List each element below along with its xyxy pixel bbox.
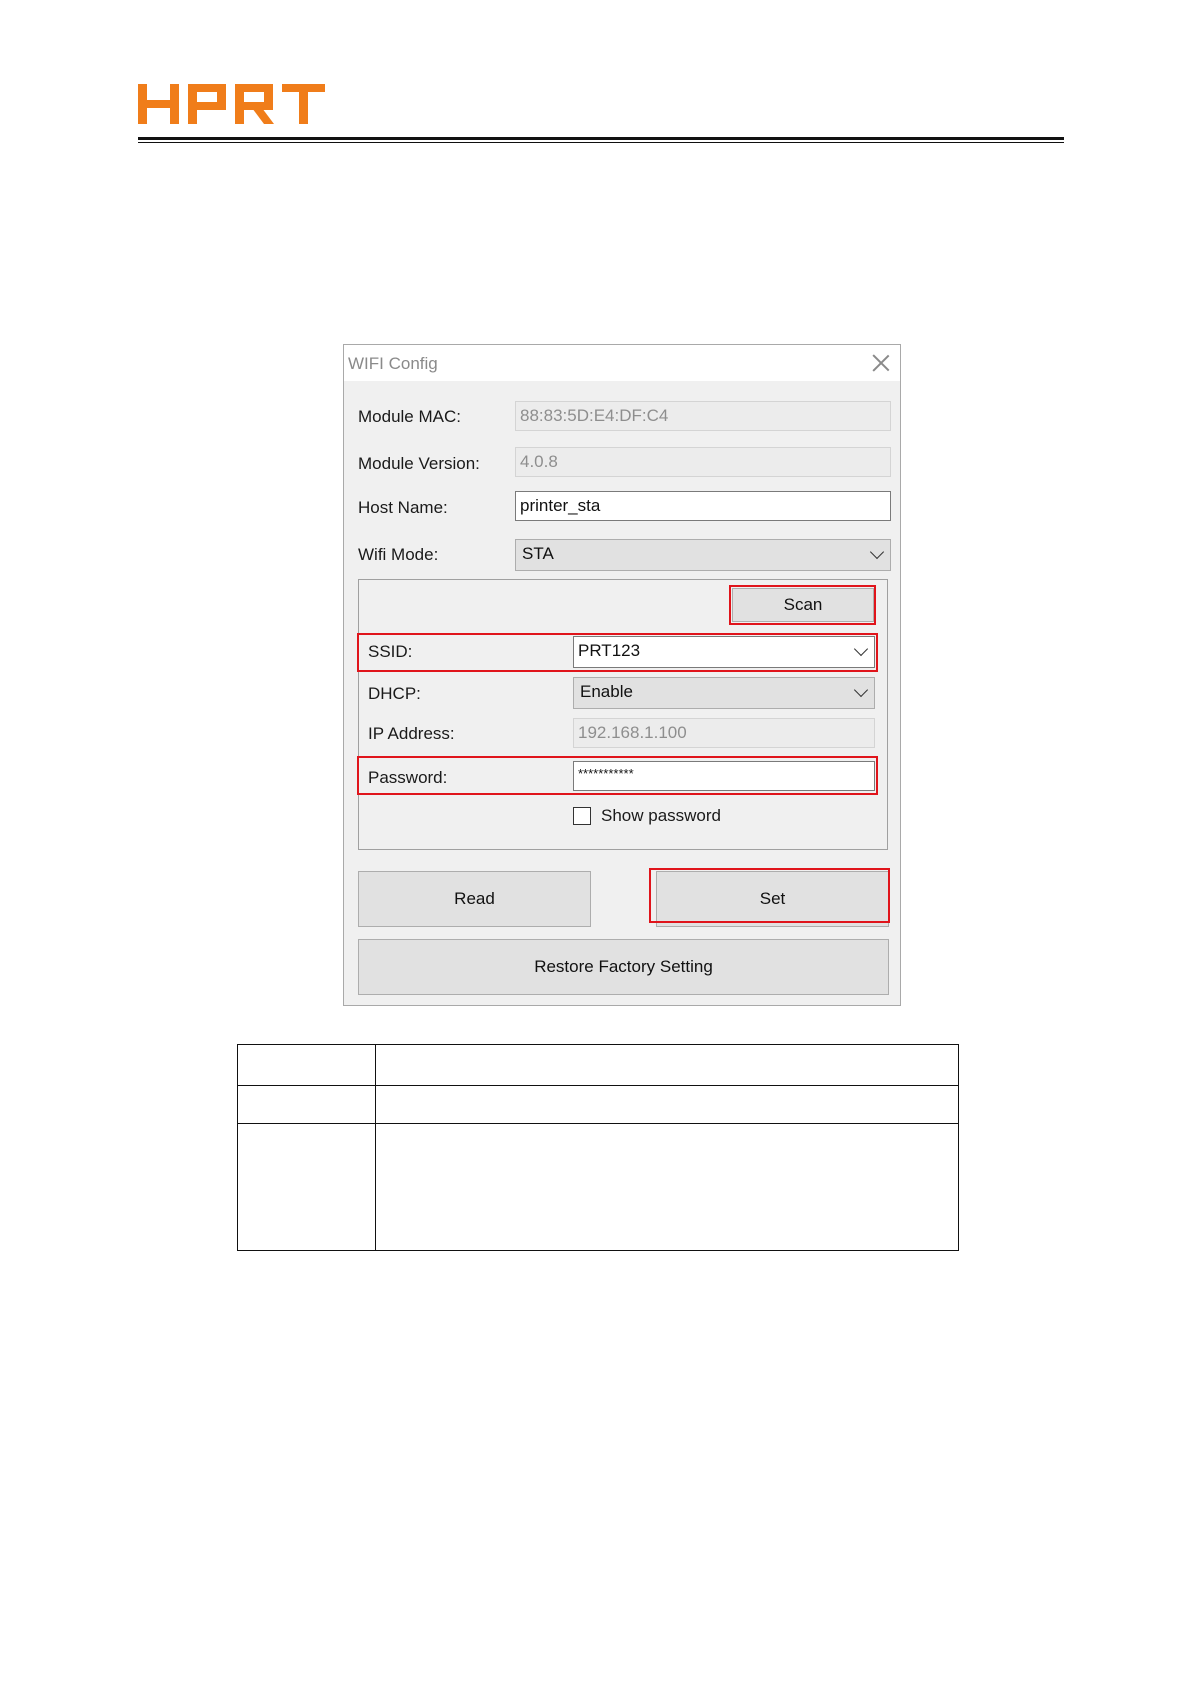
ssid-value: PRT123 <box>578 641 641 660</box>
ssid-label: SSID: <box>368 642 413 661</box>
header-rule <box>138 137 1064 140</box>
restore-factory-button[interactable]: Restore Factory Setting <box>358 939 889 995</box>
password-input[interactable]: *********** <box>573 761 875 791</box>
close-icon[interactable] <box>872 354 890 372</box>
show-password-checkbox[interactable] <box>573 807 591 825</box>
host-name-label: Host Name: <box>358 498 448 517</box>
title-bar: WIFI Config <box>344 345 900 381</box>
table-cell <box>237 1044 376 1086</box>
module-mac-label: Module MAC: <box>358 407 461 426</box>
chevron-down-icon <box>869 544 885 560</box>
dhcp-select[interactable]: Enable <box>573 677 875 709</box>
table-cell <box>237 1085 376 1124</box>
station-settings-group: Scan SSID: PRT123 DHCP: Enable IP Addres… <box>357 579 888 850</box>
module-version-field: 4.0.8 <box>515 447 891 477</box>
header-rule-thin <box>138 142 1064 143</box>
table-cell <box>237 1123 376 1251</box>
ssid-combo[interactable]: PRT123 <box>573 636 875 668</box>
set-button[interactable]: Set <box>656 871 889 927</box>
ip-address-label: IP Address: <box>368 724 455 743</box>
show-password-label[interactable]: Show password <box>601 806 721 826</box>
wifi-mode-label: Wifi Mode: <box>358 545 439 564</box>
host-name-input[interactable]: printer_sta <box>515 491 891 521</box>
chevron-down-icon <box>853 682 869 698</box>
hprt-logo <box>138 84 325 124</box>
parameter-table <box>237 1044 959 1251</box>
wifi-config-dialog: WIFI Config Module MAC: 88:83:5D:E4:DF:C… <box>343 344 901 1006</box>
module-mac-field: 88:83:5D:E4:DF:C4 <box>515 401 891 431</box>
wifi-mode-value: STA <box>522 544 554 563</box>
table-cell <box>375 1123 959 1251</box>
read-button[interactable]: Read <box>358 871 591 927</box>
chevron-down-icon[interactable] <box>853 641 869 657</box>
dialog-title: WIFI Config <box>348 354 438 373</box>
wifi-mode-select[interactable]: STA <box>515 539 891 571</box>
table-row <box>237 1085 959 1124</box>
dhcp-label: DHCP: <box>368 684 421 703</box>
table-row <box>237 1044 959 1086</box>
module-version-label: Module Version: <box>358 454 480 473</box>
ip-address-field: 192.168.1.100 <box>573 718 875 748</box>
password-label: Password: <box>368 768 448 787</box>
dhcp-value: Enable <box>580 682 633 701</box>
table-row <box>237 1123 959 1251</box>
scan-button[interactable]: Scan <box>732 588 874 622</box>
table-cell <box>375 1044 959 1086</box>
table-cell <box>375 1085 959 1124</box>
